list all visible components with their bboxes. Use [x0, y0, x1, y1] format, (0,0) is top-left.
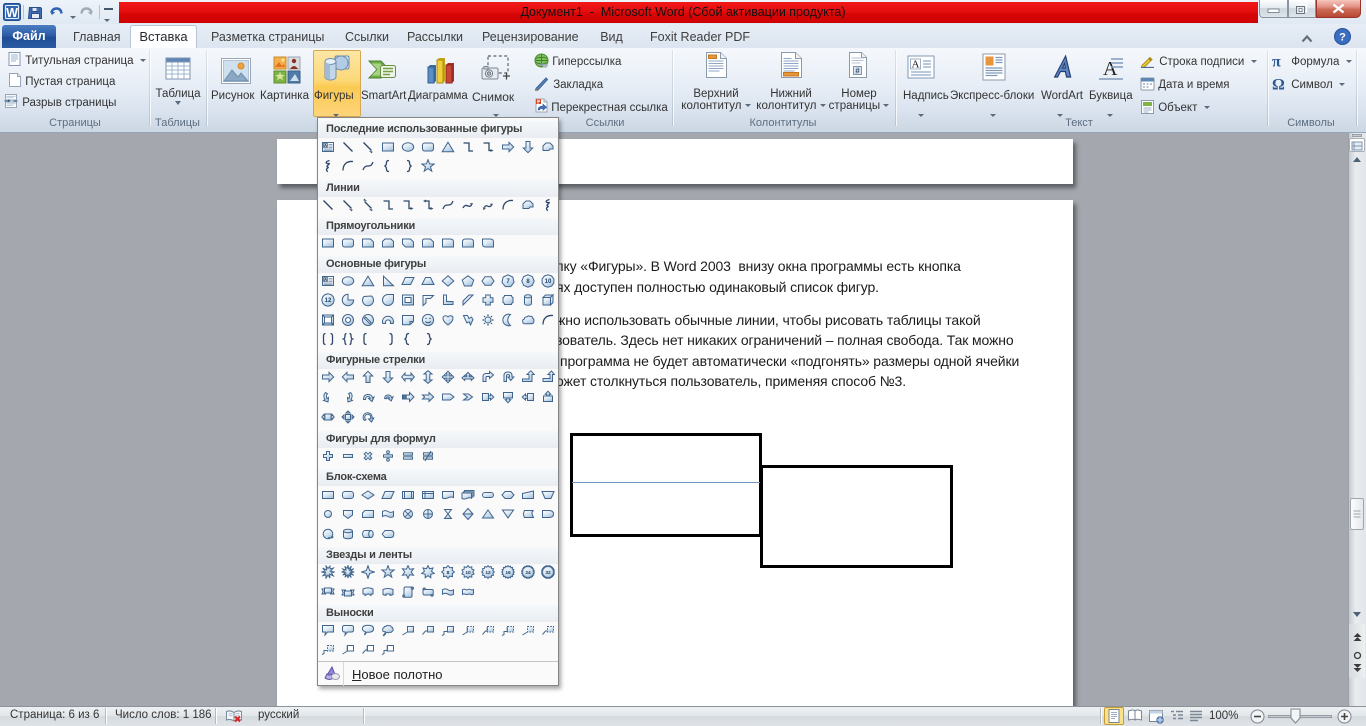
svg-text:12: 12: [325, 298, 332, 304]
svg-text:Ω: Ω: [1272, 77, 1285, 92]
svg-text:?: ?: [1339, 32, 1346, 44]
svg-text:A: A: [912, 59, 920, 71]
svg-text:24: 24: [525, 570, 531, 576]
svg-text:A: A: [1103, 58, 1118, 80]
svg-text:#: #: [855, 67, 860, 76]
svg-text:32: 32: [545, 570, 551, 576]
svg-text:8: 8: [447, 570, 450, 576]
svg-text:10: 10: [545, 279, 552, 285]
svg-text:12: 12: [485, 570, 491, 576]
svg-text:π: π: [1272, 54, 1281, 69]
svg-text:10: 10: [465, 570, 471, 576]
svg-text:16: 16: [505, 570, 511, 576]
